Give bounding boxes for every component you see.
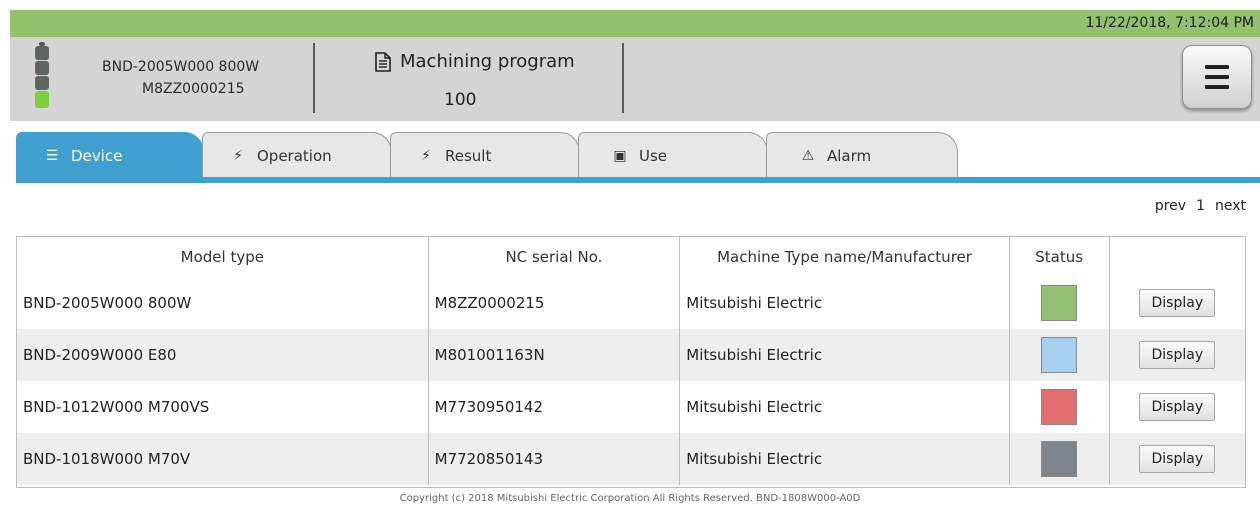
table-row: BND-1018W000 M70V M7720850143 Mitsubishi…	[17, 433, 1245, 485]
tab-result[interactable]: ⚡︎ Result	[390, 132, 580, 178]
column-header-maker: Machine Type name/Manufacturer	[679, 237, 1010, 277]
column-header-serial: NC serial No.	[428, 237, 681, 277]
program-number: 100	[444, 90, 477, 110]
tab-bar: ☰ Device ⚡︎ Operation ⚡︎ Result ▣ Use ⚠ …	[16, 132, 1260, 180]
maker-cell: Mitsubishi Electric	[679, 277, 1010, 329]
device-icon: ▣	[613, 147, 627, 164]
prev-link[interactable]: prev	[1155, 198, 1186, 214]
program-label-text: Machining program	[400, 51, 575, 72]
model-cell: BND-1012W000 M700VS	[17, 381, 429, 433]
tab-label: Use	[639, 146, 668, 165]
tab-use[interactable]: ▣ Use	[578, 132, 768, 178]
serial-cell: M8ZZ0000215	[428, 277, 681, 329]
display-button[interactable]: Display	[1139, 341, 1216, 369]
display-button[interactable]: Display	[1139, 393, 1216, 421]
page-number[interactable]: 1	[1196, 198, 1205, 214]
status-bar: 11/22/2018, 7:12:04 PM	[10, 10, 1260, 37]
serial-cell: M801001163N	[428, 329, 681, 381]
device-table: Model type NC serial No. Machine Type na…	[16, 236, 1246, 488]
next-link[interactable]: next	[1215, 198, 1246, 214]
device-name: BND-2005W000 800W	[102, 59, 260, 75]
lightning-icon: ⚡︎	[421, 147, 431, 164]
status-indicator	[1041, 389, 1078, 425]
tab-device[interactable]: ☰ Device	[16, 132, 204, 178]
status-indicator	[1041, 337, 1078, 373]
table-row: BND-2005W000 800W M8ZZ0000215 Mitsubishi…	[17, 277, 1245, 329]
list-icon: ☰	[45, 147, 59, 164]
header: BND-2005W000 800W M8ZZ0000215 Machining …	[10, 37, 1260, 121]
maker-cell: Mitsubishi Electric	[679, 433, 1010, 485]
display-button[interactable]: Display	[1139, 445, 1216, 473]
status-indicator	[1041, 441, 1078, 477]
signal-tower-icon	[34, 42, 50, 110]
pager: prev 1 next	[1155, 198, 1246, 214]
column-header-action	[1109, 237, 1245, 277]
column-header-model: Model type	[17, 237, 429, 277]
column-header-status: Status	[1009, 237, 1110, 277]
display-button[interactable]: Display	[1139, 289, 1216, 317]
warning-icon: ⚠	[801, 147, 815, 164]
divider	[313, 43, 315, 113]
model-cell: BND-1018W000 M70V	[17, 433, 429, 485]
datetime-label: 11/22/2018, 7:12:04 PM	[1085, 15, 1254, 31]
table-header-row: Model type NC serial No. Machine Type na…	[17, 237, 1245, 277]
tab-label: Result	[445, 146, 492, 165]
hamburger-menu-icon	[1205, 65, 1229, 69]
copyright-footer: Copyright (c) 2018 Mitsubishi Electric C…	[399, 493, 861, 504]
lightning-icon: ⚡︎	[233, 147, 243, 164]
tab-alarm[interactable]: ⚠ Alarm	[766, 132, 958, 178]
model-cell: BND-2005W000 800W	[17, 277, 429, 329]
device-serial: M8ZZ0000215	[142, 81, 245, 97]
table-row: BND-1012W000 M700VS M7730950142 Mitsubis…	[17, 381, 1245, 433]
tab-label: Operation	[257, 146, 332, 165]
tab-label: Device	[71, 146, 123, 165]
document-icon	[375, 51, 391, 72]
maker-cell: Mitsubishi Electric	[679, 329, 1010, 381]
tab-label: Alarm	[827, 146, 872, 165]
status-indicator	[1041, 285, 1078, 321]
hamburger-menu-icon-bar	[1205, 75, 1229, 79]
serial-cell: M7720850143	[428, 433, 681, 485]
table-row: BND-2009W000 E80 M801001163N Mitsubishi …	[17, 329, 1245, 381]
tab-underline	[16, 177, 1260, 183]
model-cell: BND-2009W000 E80	[17, 329, 429, 381]
divider	[622, 43, 624, 113]
tab-operation[interactable]: ⚡︎ Operation	[202, 132, 392, 178]
hamburger-menu-icon-bar	[1205, 85, 1229, 89]
maker-cell: Mitsubishi Electric	[679, 381, 1010, 433]
serial-cell: M7730950142	[428, 381, 681, 433]
program-label: Machining program	[374, 51, 575, 72]
menu-button[interactable]	[1182, 45, 1252, 109]
